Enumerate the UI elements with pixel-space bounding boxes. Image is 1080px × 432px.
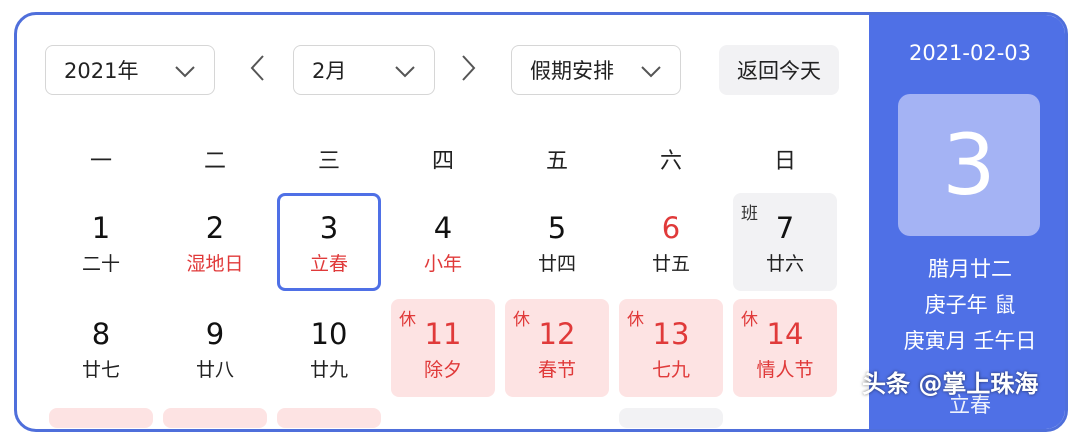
day-number: 1 <box>91 211 111 245</box>
calendar-main: 2021年 2月 假期安排 返回今天 一 二 三 四 五 六 日 1 二十 2 湿地日 3 立春 4 小年… <box>17 15 868 429</box>
day-cell[interactable]: 班 7 廿六 <box>733 193 837 291</box>
lunar-label: 湿地日 <box>186 253 244 275</box>
day-cell[interactable]: 8 廿七 <box>49 299 153 397</box>
day-number: 8 <box>91 317 111 351</box>
weekday-header: 六 <box>659 149 682 174</box>
next-row-cell[interactable] <box>277 408 381 428</box>
day-cell[interactable]: 6 廿五 <box>619 193 723 291</box>
day-number: 14 <box>766 317 804 351</box>
day-number: 11 <box>424 317 462 351</box>
lunar-label: 情人节 <box>756 359 814 381</box>
weekday-header: 四 <box>431 149 454 174</box>
day-cell[interactable]: 5 廿四 <box>505 193 609 291</box>
day-number: 5 <box>547 211 567 245</box>
day-number: 4 <box>433 211 453 245</box>
day-number: 12 <box>538 317 576 351</box>
day-cell[interactable]: 10 廿九 <box>277 299 381 397</box>
weekday-header: 日 <box>773 149 796 174</box>
month-select-value: 2月 <box>312 59 347 83</box>
back-to-today-button[interactable]: 返回今天 <box>719 45 839 95</box>
day-number: 7 <box>775 211 795 245</box>
weekday-header: 二 <box>203 149 226 174</box>
day-number: 10 <box>310 317 348 351</box>
day-number: 9 <box>205 317 225 351</box>
chevron-down-icon <box>172 58 198 89</box>
next-row-cell[interactable] <box>163 408 267 428</box>
watermark: 头条 @掌上珠海 <box>862 370 1039 398</box>
lunar-label: 立春 <box>309 253 348 275</box>
lunar-label: 廿六 <box>765 253 804 275</box>
next-row-cell[interactable] <box>619 408 723 428</box>
lunar-label: 廿九 <box>309 359 348 381</box>
weekday-header: 三 <box>317 149 340 174</box>
ganzhi-month-day: 庚寅月 壬午日 <box>903 329 1037 353</box>
weekday-header: 五 <box>545 149 568 174</box>
lunar-label: 廿四 <box>537 253 576 275</box>
ganzhi-year: 庚子年 鼠 <box>924 293 1016 317</box>
day-cell[interactable]: 1 二十 <box>49 193 153 291</box>
lunar-label: 春节 <box>537 359 576 381</box>
day-cell[interactable]: 9 廿八 <box>163 299 267 397</box>
chevron-down-icon <box>392 58 418 89</box>
day-cell[interactable]: 3 立春 <box>277 193 381 291</box>
lunar-label: 廿八 <box>195 359 234 381</box>
selected-date: 2021-02-03 <box>908 41 1032 65</box>
weekday-header: 一 <box>89 149 112 174</box>
year-select[interactable]: 2021年 <box>45 45 215 95</box>
next-row-cell[interactable] <box>49 408 153 428</box>
day-number: 6 <box>661 211 681 245</box>
chevron-down-icon <box>638 58 664 89</box>
day-cell[interactable]: 休 12 春节 <box>505 299 609 397</box>
day-cell[interactable]: 2 湿地日 <box>163 193 267 291</box>
lunar-label: 小年 <box>423 253 462 275</box>
day-number: 3 <box>319 211 339 245</box>
lunar-date: 腊月廿二 <box>928 257 1012 281</box>
holiday-select[interactable]: 假期安排 <box>511 45 681 95</box>
day-cell[interactable]: 休 11 除夕 <box>391 299 495 397</box>
lunar-label: 七九 <box>651 359 690 381</box>
prev-month-icon[interactable] <box>247 53 269 87</box>
selected-day-number: 3 <box>898 94 1040 236</box>
day-cell[interactable]: 休 13 七九 <box>619 299 723 397</box>
day-number: 13 <box>652 317 690 351</box>
lunar-label: 廿七 <box>81 359 120 381</box>
lunar-label: 除夕 <box>423 359 462 381</box>
holiday-select-value: 假期安排 <box>530 59 614 83</box>
lunar-label: 二十 <box>81 253 120 275</box>
day-number: 2 <box>205 211 225 245</box>
next-month-icon[interactable] <box>457 53 479 87</box>
month-select[interactable]: 2月 <box>293 45 435 95</box>
year-select-value: 2021年 <box>64 59 139 83</box>
lunar-label: 廿五 <box>651 253 690 275</box>
day-cell[interactable]: 4 小年 <box>391 193 495 291</box>
day-cell[interactable]: 休 14 情人节 <box>733 299 837 397</box>
